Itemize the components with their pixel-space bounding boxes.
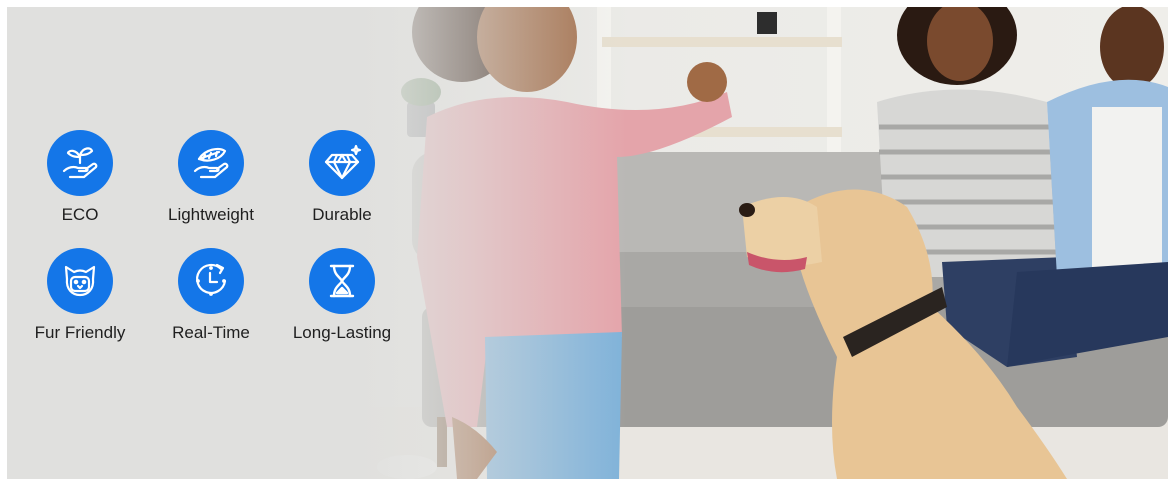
feature-label: ECO [61,205,99,224]
clock-icon [178,248,244,314]
feature-label: Real-Time [172,323,250,342]
feature-icon-grid: ECO Lightweight Durable Fur Friendly Rea… [7,7,427,479]
pet-face-icon [47,248,113,314]
diamond-icon [309,130,375,196]
feature-label: Lightweight [167,205,254,224]
feature-lightweight: Lightweight [146,130,276,225]
feature-label: Long-Lasting [292,323,392,342]
feature-label: Durable [312,205,372,224]
hourglass-icon [309,248,375,314]
feather-hand-icon [178,130,244,196]
feature-real-time: Real-Time [146,248,276,343]
feature-label: Fur Friendly [34,323,126,342]
feature-eco: ECO [15,130,145,225]
product-banner: ECO Lightweight Durable Fur Friendly Rea… [7,7,1168,479]
eco-sprout-hand-icon [47,130,113,196]
feature-durable: Durable [277,130,407,225]
feature-long-lasting: Long-Lasting [277,248,407,343]
feature-fur-friendly: Fur Friendly [15,248,145,343]
